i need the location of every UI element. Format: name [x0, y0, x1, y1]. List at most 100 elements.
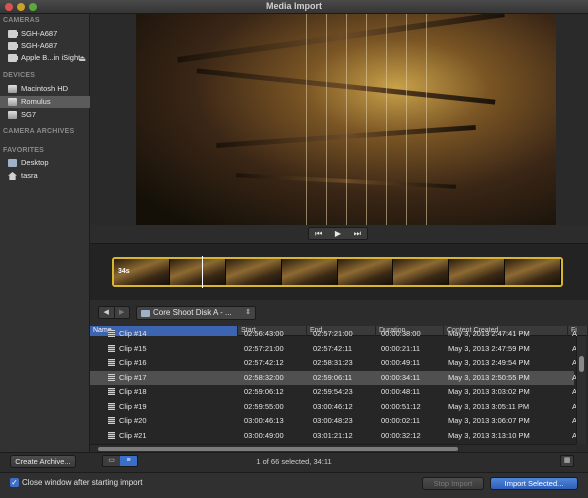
sidebar-item-label: tasra	[21, 171, 38, 180]
cell-text: May 3, 2013 2:49:54 PM	[448, 358, 530, 367]
sidebar-item-macintosh-hd[interactable]: Macintosh HD	[0, 83, 90, 95]
back-button[interactable]: ◀	[99, 307, 114, 318]
sidebar-item-label: Romulus	[21, 97, 51, 106]
eject-icon[interactable]: ⏏	[78, 53, 86, 64]
table-row[interactable]: Clip #19 02:59:55:00 03:00:46:12 00:00:51:1…	[90, 400, 577, 415]
cell-text: Clip #17	[119, 372, 147, 382]
table-row[interactable]: Clip #18 02:59:06:12 02:59:54:23 00:00:48:1…	[90, 385, 577, 400]
sidebar-item-label: Desktop	[21, 158, 49, 167]
clip-icon	[108, 402, 115, 410]
close-window-label: Close window after starting import	[22, 478, 143, 487]
scroll-thumb[interactable]	[579, 356, 584, 372]
table-row[interactable]: Clip #15 02:57:21:00 02:57:42:11 00:00:21:1…	[90, 342, 577, 357]
cell-name: Clip #19	[108, 400, 236, 415]
camera-icon	[8, 54, 18, 62]
cell-text: Clip #15	[119, 343, 147, 353]
table-row[interactable]: Clip #20 03:00:46:13 03:00:48:23 00:00:02:1…	[90, 414, 577, 429]
table-row[interactable]: Clip #16 02:57:42:12 02:58:31:23 00:00:49:1…	[90, 356, 577, 371]
cell-text: May 3, 2013 2:47:59 PM	[448, 343, 530, 353]
cell-end: 02:57:21:00	[313, 327, 375, 342]
cell-end: 03:01:21:12	[313, 429, 375, 444]
window-title: Media Import	[265, 1, 322, 11]
cell-created: May 3, 2013 2:47:59 PM	[448, 342, 566, 357]
cell-created: May 3, 2013 3:05:11 PM	[448, 400, 566, 415]
cell-text: 00:00:51:12	[381, 401, 421, 411]
cell-text: 02:59:06:11	[313, 372, 353, 382]
cell-text: May 3, 2013 3:13:10 PM	[448, 430, 530, 440]
cell-end: 02:59:54:23	[313, 385, 375, 400]
camera-icon	[8, 42, 18, 50]
clip-filmstrip[interactable]: 34s	[112, 257, 563, 287]
cell-text: 02:57:42:12	[244, 358, 284, 367]
previous-clip-button[interactable]: ⏮	[309, 228, 328, 239]
cell-text: 03:00:46:12	[313, 401, 353, 411]
hard-disk-icon	[8, 98, 17, 106]
clip-icon	[108, 344, 115, 352]
cell-created: May 3, 2013 2:49:54 PM	[448, 356, 566, 371]
cell-end: 02:57:42:11	[313, 342, 375, 357]
cell-created: May 3, 2013 3:03:02 PM	[448, 385, 566, 400]
sidebar-item-camera-2[interactable]: SGH-A687	[0, 40, 90, 52]
cell-text: 02:56:43:00	[244, 329, 284, 338]
cell-name: Clip #18	[108, 385, 236, 400]
cell-name: Clip #15	[108, 342, 236, 357]
clip-icon	[108, 359, 115, 366]
cell-duration: 00:00:49:11	[381, 356, 443, 371]
cell-text: 00:00:21:11	[381, 343, 421, 353]
table-row[interactable]: Clip #21 03:00:49:00 03:01:21:12 00:00:32:1…	[90, 429, 577, 444]
cell-text: 02:59:54:23	[313, 387, 353, 396]
cell-text: 00:00:48:11	[381, 387, 421, 396]
cell-start: 02:56:43:00	[244, 327, 306, 342]
camera-icon	[8, 30, 18, 38]
sidebar-heading-devices: DEVICES	[3, 72, 36, 79]
cell-end: 03:00:46:12	[313, 400, 375, 415]
transport-controls: ⏮ ▶ ⏭	[308, 227, 368, 240]
cell-text: May 3, 2013 2:50:55 PM	[448, 372, 530, 382]
sidebar-item-isight[interactable]: Apple B...in iSight ⏏	[0, 52, 90, 64]
sidebar-item-tasra[interactable]: tasra	[0, 170, 90, 182]
cell-duration: 00:00:38:00	[381, 327, 443, 342]
scroll-thumb[interactable]	[98, 447, 458, 451]
sidebar-item-romulus[interactable]: Romulus	[0, 96, 90, 108]
skimmer-playhead[interactable]	[202, 256, 203, 288]
location-popup[interactable]: Core Shoot Disk A - ... ⇕	[136, 306, 256, 320]
cell-text: May 3, 2013 2:47:41 PM	[448, 329, 530, 338]
cell-end: 02:58:31:23	[313, 356, 375, 371]
clip-icon	[108, 330, 115, 337]
vertical-scrollbar[interactable]	[576, 336, 586, 444]
cell-created: May 3, 2013 3:06:07 PM	[448, 414, 566, 429]
cell-text: 03:00:49:00	[244, 430, 284, 440]
cell-text: 02:58:31:23	[313, 358, 353, 367]
import-selected-button[interactable]: Import Selected...	[490, 477, 578, 490]
clip-icon	[108, 431, 115, 439]
cell-text: 00:00:49:11	[381, 358, 421, 367]
close-window-checkbox[interactable]: ✓	[10, 478, 19, 487]
play-button[interactable]: ▶	[328, 228, 347, 239]
sidebar-item-desktop[interactable]: Desktop	[0, 157, 90, 169]
next-clip-button[interactable]: ⏭	[348, 228, 367, 239]
table-row[interactable]: Clip #17 02:58:32:00 02:59:06:11 00:00:34:1…	[90, 370, 577, 385]
location-label: Core Shoot Disk A - ...	[153, 308, 232, 317]
cell-text: Clip #14	[119, 329, 147, 338]
cell-created: May 3, 2013 2:47:41 PM	[448, 327, 566, 342]
clip-appearance-icon[interactable]: ▦	[560, 455, 574, 467]
cell-text: 00:00:38:00	[381, 329, 421, 338]
cell-duration: 00:00:51:12	[381, 400, 443, 415]
sidebar-item-camera-1[interactable]: SGH-A687	[0, 28, 90, 40]
stop-import-button[interactable]: Stop Import	[422, 477, 484, 490]
video-preview[interactable]	[136, 14, 556, 225]
hard-disk-icon	[8, 85, 17, 93]
sidebar-heading-favorites: FAVORITES	[3, 147, 44, 154]
cell-text: 02:59:55:00	[244, 401, 284, 411]
cell-text: 00:00:34:11	[381, 372, 421, 382]
sidebar-item-sg7[interactable]: SG7	[0, 109, 90, 121]
cell-text: Clip #21	[119, 430, 147, 440]
table-row[interactable]: Clip #14 02:56:43:00 02:57:21:00 00:00:38:0…	[90, 327, 577, 342]
horizontal-scrollbar[interactable]	[90, 444, 576, 452]
cell-text: 02:57:21:00	[244, 343, 284, 353]
cell-text: May 3, 2013 3:06:07 PM	[448, 416, 530, 425]
forward-button[interactable]: ▶	[113, 307, 130, 318]
cell-start: 03:00:49:00	[244, 429, 306, 444]
cell-text: Clip #19	[119, 401, 147, 411]
sidebar-item-label: Macintosh HD	[21, 84, 69, 93]
